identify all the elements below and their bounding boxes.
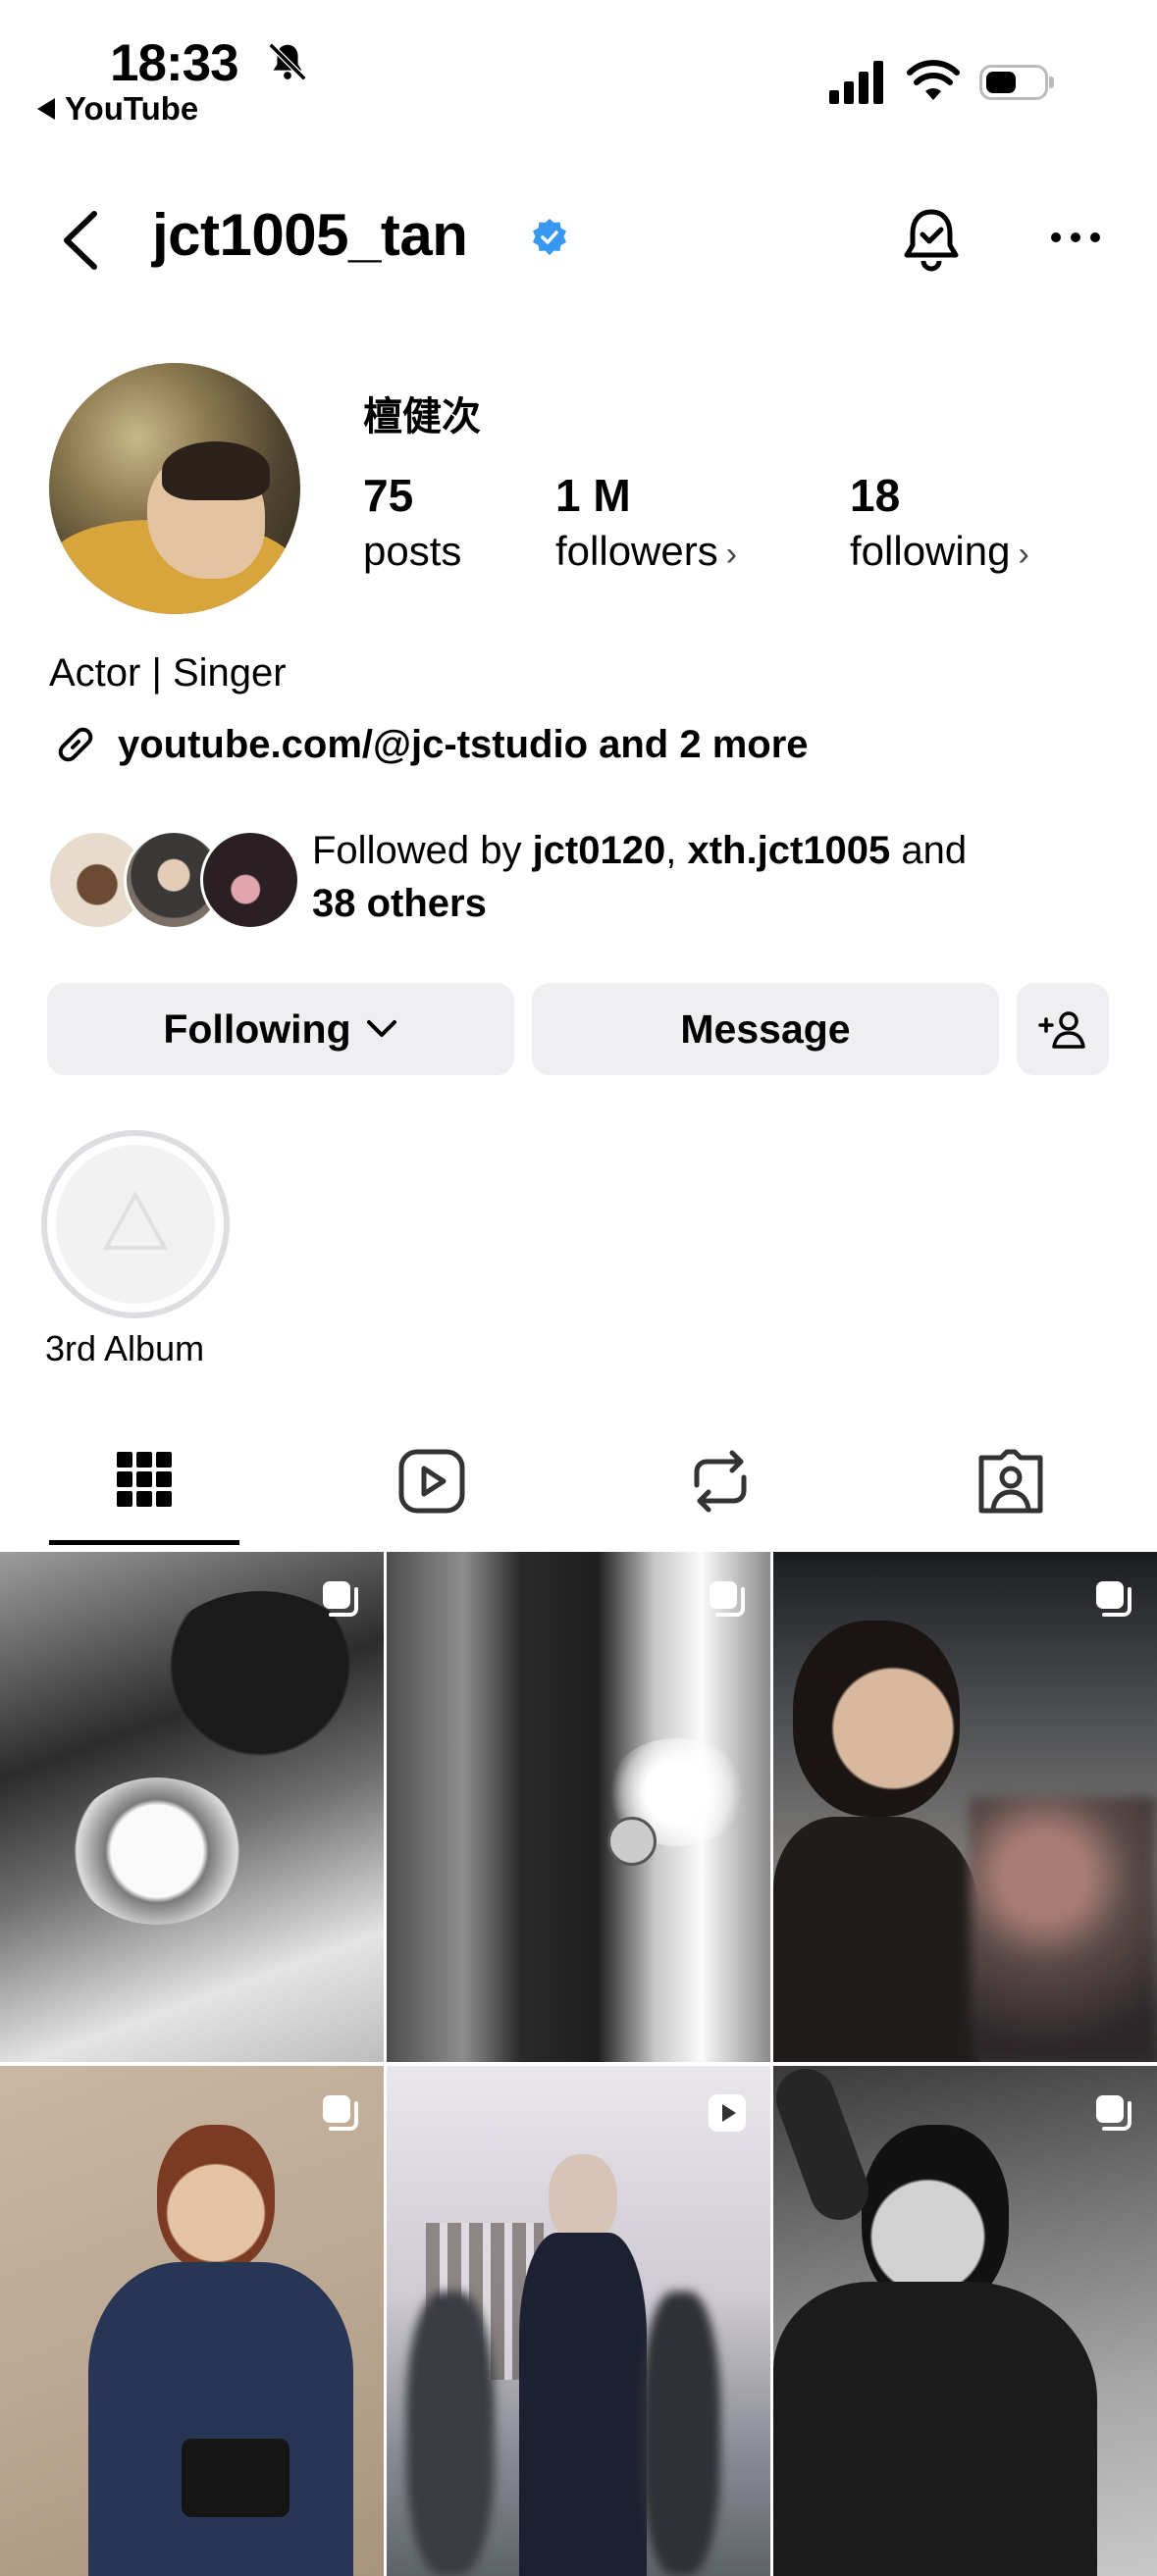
grid-post-1[interactable] — [0, 1552, 384, 2062]
profile-link[interactable]: youtube.com/@jc-tstudio and 2 more — [49, 718, 809, 771]
back-to-app-button[interactable]: YouTube — [37, 90, 198, 128]
grid-post-3[interactable] — [773, 1552, 1157, 2062]
reel-icon — [709, 2094, 746, 2132]
followed-by-sep: , — [665, 829, 688, 872]
message-button-label: Message — [680, 1005, 851, 1052]
message-button[interactable]: Message — [532, 983, 999, 1075]
mutual-avatar-3 — [200, 830, 300, 930]
posts-count: 75 — [363, 470, 414, 521]
reposts-icon[interactable] — [681, 1442, 760, 1520]
add-user-icon — [1038, 1011, 1085, 1049]
active-tab-indicator — [49, 1540, 239, 1545]
status-time: 18:33 — [110, 34, 239, 92]
followed-by-text[interactable]: Followed by jct0120, xth.jct1005 and 38 o… — [312, 824, 1117, 930]
back-chevron-icon[interactable] — [57, 208, 106, 273]
profile-full-name: 檀健次 — [363, 395, 481, 438]
carousel-icon — [1096, 2095, 1131, 2131]
followers-count: 1 M — [555, 470, 631, 521]
more-options-icon[interactable] — [1046, 218, 1105, 257]
followers-stat[interactable]: 1 M followers › — [555, 469, 737, 575]
profile-username: jct1005_tan — [152, 202, 468, 268]
tagged-icon[interactable] — [972, 1442, 1050, 1520]
album-triangle-icon — [102, 1190, 169, 1250]
carousel-icon — [1096, 1581, 1131, 1617]
following-button-label: Following — [163, 1005, 351, 1052]
posts-label: posts — [363, 528, 462, 574]
profile-avatar[interactable] — [49, 363, 300, 614]
chevron-right-icon: › — [725, 536, 738, 573]
chevron-down-icon — [366, 1020, 396, 1037]
grid-post-5[interactable] — [387, 2066, 770, 2576]
followed-by-and: and — [890, 829, 968, 872]
grid-post-6[interactable] — [773, 2066, 1157, 2576]
following-stat[interactable]: 18 following › — [850, 469, 1029, 575]
mutual-followers-avatars[interactable] — [47, 830, 300, 930]
chevron-right-icon: › — [1018, 536, 1029, 573]
mutual-user-2: xth.jct1005 — [687, 829, 891, 872]
followed-by-prefix: Followed by — [312, 829, 533, 872]
carousel-icon — [323, 2095, 358, 2131]
verified-badge-icon — [533, 219, 566, 255]
grid-post-4[interactable] — [0, 2066, 384, 2576]
following-label: following — [850, 528, 1011, 574]
highlight-cover — [56, 1145, 215, 1304]
profile-bio: Actor | Singer — [49, 651, 287, 695]
notification-bell-icon[interactable] — [897, 204, 966, 273]
profile-link-text: youtube.com/@jc-tstudio and 2 more — [118, 722, 809, 766]
highlight-label: 3rd Album — [45, 1328, 205, 1368]
link-icon — [58, 727, 93, 762]
carousel-icon — [323, 1581, 358, 1617]
posts-grid-icon[interactable] — [105, 1442, 184, 1520]
followers-label: followers — [555, 528, 718, 574]
bell-muted-icon — [268, 42, 307, 81]
back-app-label: YouTube — [65, 90, 199, 127]
wifi-icon — [907, 60, 960, 100]
highlight-3rd-album[interactable] — [41, 1130, 230, 1318]
carousel-icon — [710, 1581, 745, 1617]
back-triangle-icon — [37, 98, 55, 120]
cellular-signal-icon — [829, 61, 883, 104]
following-button[interactable]: Following — [47, 983, 514, 1075]
reels-icon[interactable] — [393, 1442, 471, 1520]
mutual-user-1: jct0120 — [532, 829, 666, 872]
grid-post-2[interactable] — [387, 1552, 770, 2062]
add-user-button[interactable] — [1017, 983, 1109, 1075]
following-count: 18 — [850, 470, 901, 521]
posts-stat: 75 posts — [363, 469, 461, 575]
mutual-others: 38 others — [312, 882, 487, 925]
battery-icon — [979, 65, 1054, 100]
